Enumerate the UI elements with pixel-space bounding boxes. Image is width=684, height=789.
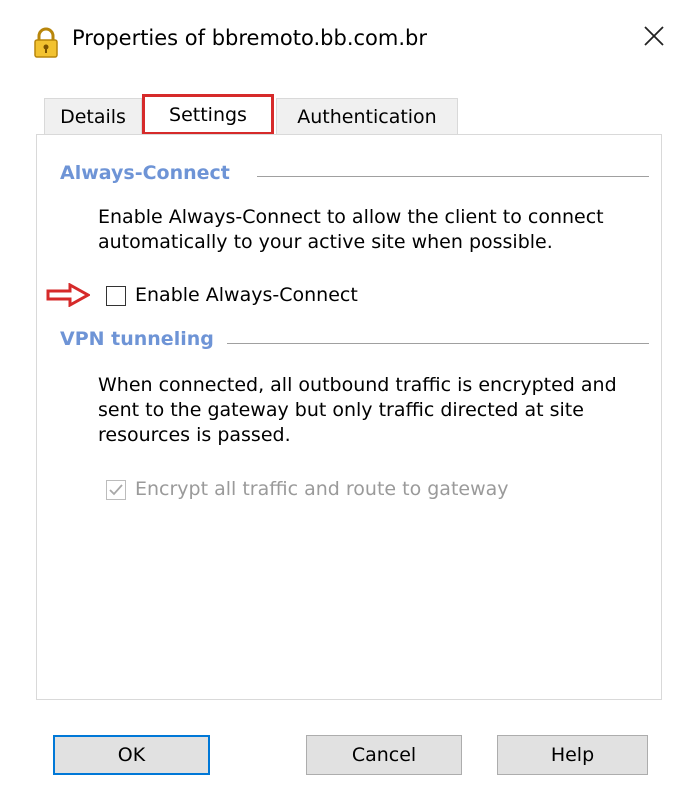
section-divider (257, 176, 649, 177)
close-button[interactable] (624, 10, 684, 62)
window-title: Properties of bbremoto.bb.com.br (72, 26, 427, 50)
tab-authentication[interactable]: Authentication (276, 98, 458, 134)
arrow-right-icon (46, 283, 90, 307)
cancel-button[interactable]: Cancel (306, 735, 462, 775)
close-icon (644, 26, 664, 46)
vpn-description-line3: resources is passed. (98, 424, 291, 446)
title-bar: Properties of bbremoto.bb.com.br (0, 0, 684, 88)
vpn-tunneling-heading: VPN tunneling (60, 328, 214, 350)
encrypt-all-traffic-label[interactable]: Encrypt all traffic and route to gateway (135, 478, 509, 500)
enable-always-connect-label[interactable]: Enable Always-Connect (135, 284, 358, 306)
lock-icon (34, 27, 58, 58)
vpn-description-line1: When connected, all outbound traffic is … (98, 374, 617, 396)
always-connect-description-line1: Enable Always-Connect to allow the clien… (98, 206, 604, 228)
tab-settings[interactable]: Settings (142, 94, 274, 135)
always-connect-description-line2: automatically to your active site when p… (98, 231, 553, 253)
always-connect-heading: Always-Connect (60, 162, 230, 184)
encrypt-all-traffic-checkbox[interactable] (106, 480, 126, 500)
help-button[interactable]: Help (497, 735, 648, 775)
vpn-description-line2: sent to the gateway but only traffic dir… (98, 399, 584, 421)
tab-details[interactable]: Details (44, 98, 142, 134)
properties-dialog: Properties of bbremoto.bb.com.br Details… (0, 0, 684, 789)
enable-always-connect-checkbox[interactable] (106, 286, 126, 306)
section-divider (227, 343, 649, 344)
ok-button[interactable]: OK (53, 735, 210, 775)
checkmark-icon (109, 484, 123, 496)
